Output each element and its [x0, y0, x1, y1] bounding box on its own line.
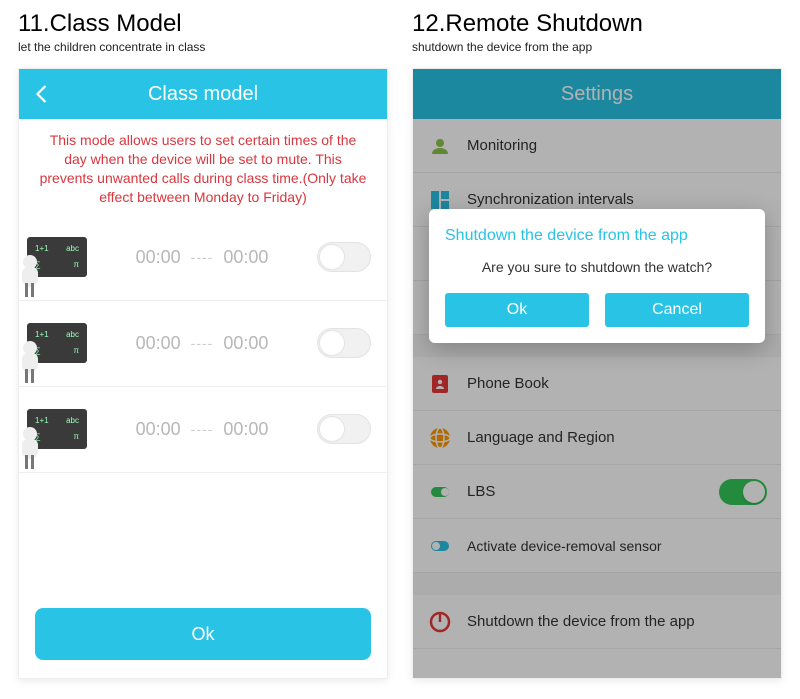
- shutdown-dialog: Shutdown the device from the app Are you…: [429, 209, 765, 343]
- start-time: 00:00: [136, 333, 181, 354]
- time-range[interactable]: 00:00 ---- 00:00: [101, 333, 303, 354]
- teacher-icon: [19, 339, 41, 383]
- slot-toggle[interactable]: [317, 414, 371, 444]
- start-time: 00:00: [136, 419, 181, 440]
- appbar-title: Class model: [148, 83, 258, 106]
- range-dash: ----: [191, 335, 214, 351]
- back-button[interactable]: [31, 83, 53, 105]
- section-subtitle: shutdown the device from the app: [412, 40, 782, 54]
- end-time: 00:00: [223, 419, 268, 440]
- teacher-icon: [19, 425, 41, 469]
- phone-class-model: Class model This mode allows users to se…: [18, 68, 388, 679]
- appbar: Class model: [19, 69, 387, 119]
- time-slot: 1+1abc∑π 00:00 ---- 00:00: [19, 215, 387, 301]
- dialog-ok-button[interactable]: Ok: [445, 293, 589, 327]
- time-range[interactable]: 00:00 ---- 00:00: [101, 419, 303, 440]
- section-class-model: 11.Class Model let the children concentr…: [18, 10, 388, 679]
- section-subtitle: let the children concentrate in class: [18, 40, 388, 54]
- range-dash: ----: [191, 249, 214, 265]
- section-title: 11.Class Model: [18, 10, 388, 38]
- teacher-icon: [19, 253, 41, 297]
- time-slot: 1+1abc∑π 00:00 ---- 00:00: [19, 387, 387, 473]
- dialog-cancel-button[interactable]: Cancel: [605, 293, 749, 327]
- slot-toggle[interactable]: [317, 242, 371, 272]
- end-time: 00:00: [223, 247, 268, 268]
- arrow-left-icon: [31, 83, 53, 105]
- range-dash: ----: [191, 421, 214, 437]
- end-time: 00:00: [223, 333, 268, 354]
- phone-settings: Settings Monitoring Synchronization inte…: [412, 68, 782, 679]
- start-time: 00:00: [136, 247, 181, 268]
- time-range[interactable]: 00:00 ---- 00:00: [101, 247, 303, 268]
- help-text: This mode allows users to set certain ti…: [19, 119, 387, 215]
- dialog-title: Shutdown the device from the app: [445, 227, 749, 245]
- section-remote-shutdown: 12.Remote Shutdown shutdown the device f…: [412, 10, 782, 679]
- dialog-message: Are you sure to shutdown the watch?: [445, 259, 749, 275]
- modal-scrim[interactable]: [413, 69, 781, 678]
- slot-toggle[interactable]: [317, 328, 371, 358]
- section-title: 12.Remote Shutdown: [412, 10, 782, 38]
- time-slot: 1+1abc∑π 00:00 ---- 00:00: [19, 301, 387, 387]
- ok-button[interactable]: Ok: [35, 608, 371, 660]
